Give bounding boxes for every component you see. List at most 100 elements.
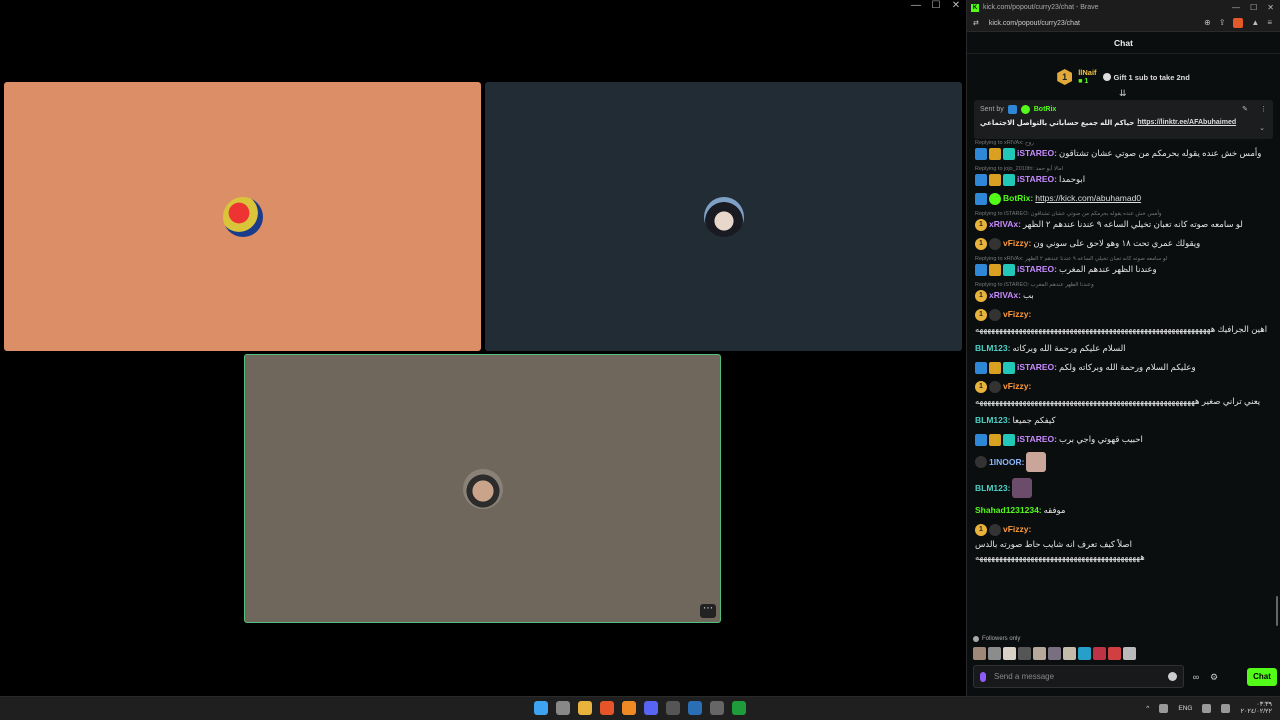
chat-username[interactable]: iSTAREO: <box>1017 361 1057 374</box>
chat-message[interactable]: 1INOOR: <box>975 452 1275 472</box>
emote[interactable] <box>1003 647 1016 660</box>
chat-username[interactable]: iSTAREO: <box>1017 263 1057 276</box>
emote[interactable] <box>1018 647 1031 660</box>
chat-message[interactable]: 1 vFizzy: اهين الجرافيك ههههههههههههههههه… <box>975 308 1275 336</box>
chat-message[interactable]: BotRix: https://kick.com/abuhamad0 <box>975 192 1275 205</box>
chat-username[interactable]: 1INOOR: <box>989 456 1024 469</box>
address-bar[interactable]: ⇄ kick.com/popout/curry23/chat ⊕ ⇪ ▲ ≡ <box>967 15 1280 32</box>
chat-message[interactable]: iSTAREO: احبيب قهوتي واجي برب <box>975 433 1275 446</box>
scroll-to-bottom-icon[interactable]: ⇊ <box>1119 88 1127 99</box>
chat-username[interactable]: Shahad1231234: <box>975 504 1042 517</box>
emote[interactable] <box>1063 647 1076 660</box>
emoji-picker-icon[interactable] <box>1168 672 1177 681</box>
steam-icon[interactable] <box>688 701 702 715</box>
emote[interactable] <box>973 647 986 660</box>
participant-tile-3-speaking[interactable]: ⋯ <box>244 354 721 623</box>
chat-message[interactable]: Replying to iSTAREO: وعندنا الظهر عندهم … <box>975 282 1275 302</box>
reply-context[interactable]: Replying to xRIVAx: لو سامعه صوته كانه ت… <box>975 256 1275 263</box>
maximize-button[interactable]: ☐ <box>1250 3 1257 12</box>
language-indicator[interactable]: ENG <box>1178 705 1192 712</box>
chat-message[interactable]: 1 vFizzy: اصلاً كيف تعرف انه شايب حاط صور… <box>975 523 1275 564</box>
minimize-button[interactable]: — <box>1232 3 1240 12</box>
chat-message[interactable]: BLM123: كيفكم جميعا <box>975 414 1275 427</box>
emote-bar[interactable] <box>973 647 1136 660</box>
chat-username[interactable]: BLM123: <box>975 482 1010 495</box>
chat-username[interactable]: vFizzy: <box>1003 523 1031 536</box>
network-icon[interactable] <box>1202 703 1212 713</box>
participant-tile-1[interactable] <box>4 82 481 351</box>
chat-username[interactable]: iSTAREO: <box>1017 433 1057 446</box>
chat-username[interactable]: iSTAREO: <box>1017 173 1057 186</box>
notification-icon[interactable]: ▲ <box>1251 18 1259 28</box>
gift-sub-button[interactable]: Gift 1 sub to take 2nd <box>1102 73 1190 82</box>
chevron-up-icon[interactable]: ^ <box>1146 705 1149 712</box>
chat-username[interactable]: BotRix: <box>1003 192 1033 205</box>
chat-username[interactable]: xRIVAx: <box>989 289 1021 302</box>
obs-icon[interactable] <box>710 701 724 715</box>
emote[interactable] <box>1108 647 1121 660</box>
chat-username[interactable]: BLM123: <box>975 342 1010 355</box>
chat-message[interactable]: 1 vFizzy: يعني تراني صغير ههههههههههههههه… <box>975 380 1275 408</box>
more-options-icon[interactable]: ⋮ <box>1260 105 1267 113</box>
emote[interactable] <box>1078 647 1091 660</box>
close-button[interactable]: ✕ <box>1267 3 1274 12</box>
chat-username[interactable]: vFizzy: <box>1003 237 1031 250</box>
chat-username[interactable]: xRIVAx: <box>989 218 1021 231</box>
tray-app-icon[interactable] <box>1159 703 1169 713</box>
chat-message[interactable]: Replying to xRIVAx: روح iSTAREO: وأمس خش … <box>975 140 1275 160</box>
minimize-button[interactable]: — <box>910 1 922 11</box>
emote[interactable] <box>1093 647 1106 660</box>
clock[interactable]: ٠٣:٣٩ ٢٠٢٤/٠٢/٢٢ <box>1240 701 1272 715</box>
brave-browser-icon[interactable] <box>600 701 614 715</box>
pin-icon[interactable]: ✎ <box>1242 105 1248 113</box>
message-input[interactable]: Send a message <box>973 665 1184 688</box>
start-icon[interactable] <box>534 701 548 715</box>
chat-username[interactable]: vFizzy: <box>1003 380 1031 393</box>
menu-icon[interactable]: ≡ <box>1267 18 1272 28</box>
pinned-bot-name[interactable]: BotRix <box>1034 106 1057 113</box>
close-button[interactable]: ✕ <box>950 1 962 11</box>
reply-context[interactable]: Replying to xRIVAx: روح <box>975 140 1275 147</box>
gear-icon[interactable]: ⚙ <box>1208 672 1220 682</box>
zoom-icon[interactable]: ⊕ <box>1204 18 1211 28</box>
chat-username[interactable]: iSTAREO: <box>1017 147 1057 160</box>
app-icon[interactable] <box>622 701 636 715</box>
task-view-icon[interactable] <box>556 701 570 715</box>
reply-context[interactable]: Replying to jojo_2010fri: امالا أبو حمد <box>975 166 1275 173</box>
share-icon[interactable]: ⇪ <box>1219 18 1226 28</box>
volume-icon[interactable] <box>1221 703 1231 713</box>
microphone-icon[interactable] <box>980 671 986 682</box>
chat-message-list[interactable]: Replying to xRIVAx: روح iSTAREO: وأمس خش … <box>975 140 1275 630</box>
xbox-icon[interactable] <box>732 701 746 715</box>
discord-icon[interactable] <box>644 701 658 715</box>
chat-message[interactable]: Replying to xRIVAx: لو سامعه صوته كانه ت… <box>975 256 1275 276</box>
chat-tools-icon[interactable]: ∞ <box>1190 672 1202 682</box>
url-text[interactable]: kick.com/popout/curry23/chat <box>989 20 1080 27</box>
chat-username[interactable]: vFizzy: <box>1003 308 1031 321</box>
emote[interactable] <box>1123 647 1136 660</box>
pinned-message[interactable]: Sent by BotRix حياكم الله جميع حساباتي ب… <box>974 100 1273 139</box>
reply-context[interactable]: Replying to iSTAREO: وعندنا الظهر عندهم … <box>975 282 1275 289</box>
participant-tile-2[interactable] <box>485 82 962 351</box>
chat-message[interactable]: iSTAREO: وعليكم السلام ورحمة الله وبركات… <box>975 361 1275 374</box>
chat-message[interactable]: 1 vFizzy: ويقولك عمري تحت ١٨ وهو لاحق على… <box>975 237 1275 250</box>
emote[interactable] <box>1048 647 1061 660</box>
emote[interactable] <box>1033 647 1046 660</box>
emote[interactable] <box>988 647 1001 660</box>
more-options-button[interactable]: ⋯ <box>700 604 716 618</box>
pinned-link[interactable]: https://linktr.ee/AFAbuhaimed <box>1137 119 1236 127</box>
send-chat-button[interactable]: Chat <box>1247 667 1277 686</box>
chat-message[interactable]: Replying to jojo_2010fri: امالا أبو حمد i… <box>975 166 1275 186</box>
brave-shield-icon[interactable] <box>1233 18 1244 28</box>
chat-message[interactable]: BLM123: <box>975 478 1275 498</box>
chat-message[interactable]: Shahad1231234: موفقه <box>975 504 1275 517</box>
chat-message[interactable]: BLM123: السلام عليكم ورحمة الله وبركاته <box>975 342 1275 355</box>
chat-scrollbar[interactable] <box>1276 596 1278 626</box>
top-gifter[interactable]: llNaif ■ 1 <box>1078 68 1096 86</box>
site-info-icon[interactable]: ⇄ <box>973 19 979 27</box>
chat-link[interactable]: https://kick.com/abuhamad0 <box>1035 192 1141 205</box>
file-explorer-icon[interactable] <box>578 701 592 715</box>
chat-message[interactable]: Replying to iSTAREO: وأمس خش عنده يقوله … <box>975 211 1275 231</box>
xbox-app-icon[interactable] <box>666 701 680 715</box>
maximize-button[interactable]: ☐ <box>930 1 942 11</box>
